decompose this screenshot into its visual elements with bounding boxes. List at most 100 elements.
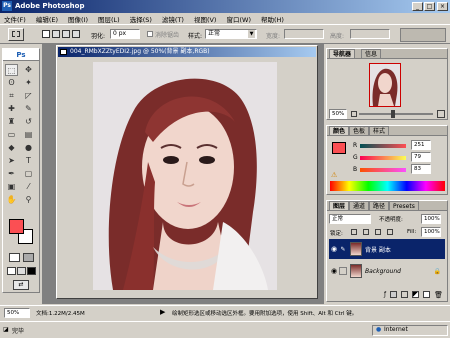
foreground-color-swatch[interactable] xyxy=(9,219,24,234)
layer-mask-icon[interactable] xyxy=(390,291,398,298)
new-selection-icon[interactable] xyxy=(42,30,50,38)
close-button[interactable]: × xyxy=(437,2,448,11)
type-tool-icon[interactable]: T xyxy=(22,155,35,167)
notes-tool-icon[interactable]: ▣ xyxy=(5,181,18,193)
tab-color[interactable]: 颜色 xyxy=(329,126,350,135)
width-input[interactable] xyxy=(284,29,324,39)
eye-icon[interactable]: ◉ xyxy=(329,245,339,253)
menu-edit[interactable]: 编辑(E) xyxy=(36,14,58,24)
shape-tool-icon[interactable]: ▢ xyxy=(22,168,35,180)
lock-transparency-checkbox[interactable] xyxy=(351,229,357,235)
channel-b-slider[interactable] xyxy=(360,168,406,172)
pen-tool-icon[interactable]: ✒ xyxy=(5,168,18,180)
clone-stamp-icon[interactable]: ♜ xyxy=(5,116,18,128)
channel-g-slider[interactable] xyxy=(360,156,406,160)
height-input[interactable] xyxy=(350,29,390,39)
image-canvas[interactable] xyxy=(93,62,277,290)
intersect-selection-icon[interactable] xyxy=(72,30,80,38)
dodge-tool-icon[interactable]: ● xyxy=(22,142,35,154)
screen-mode-standard-icon[interactable] xyxy=(7,267,16,275)
new-layer-icon[interactable] xyxy=(423,291,431,298)
adobe-online-icon[interactable]: Ps xyxy=(3,49,39,61)
path-select-icon[interactable]: ➤ xyxy=(5,155,18,167)
menu-image[interactable]: 图像(I) xyxy=(68,14,88,24)
eraser-tool-icon[interactable]: ▭ xyxy=(5,129,18,141)
zoom-out-icon[interactable] xyxy=(351,111,357,117)
color-spectrum-bar[interactable] xyxy=(330,181,445,191)
blur-tool-icon[interactable]: ◆ xyxy=(5,142,18,154)
fill-input[interactable]: 100% xyxy=(421,227,441,237)
layer-style-icon[interactable]: ƒ xyxy=(384,291,386,298)
crop-tool-icon[interactable]: ⌗ xyxy=(5,90,18,102)
menu-help[interactable]: 帮助(H) xyxy=(261,14,284,24)
status-zoom-input[interactable]: 50% xyxy=(4,308,30,318)
zoom-slider-handle[interactable] xyxy=(391,110,395,118)
subtract-selection-icon[interactable] xyxy=(62,30,70,38)
tab-navigator[interactable]: 导航器 xyxy=(329,49,356,58)
tab-channels[interactable]: 通道 xyxy=(349,201,370,210)
palette-well[interactable] xyxy=(400,28,446,42)
new-set-icon[interactable] xyxy=(401,291,409,298)
eyedropper-icon[interactable]: ⁄ xyxy=(22,181,35,193)
trash-icon[interactable]: 🗑 xyxy=(434,291,443,299)
tab-presets[interactable]: Presets xyxy=(389,201,419,210)
move-tool-icon[interactable]: ✥ xyxy=(22,64,35,76)
tab-layers[interactable]: 图层 xyxy=(329,201,350,210)
color-fg-swatch[interactable] xyxy=(332,142,346,154)
navigator-zoom-input[interactable]: 50% xyxy=(329,109,347,119)
marquee-tool-icon[interactable]: ⬚ xyxy=(5,64,18,76)
blend-mode-select[interactable]: 正常 xyxy=(329,214,371,224)
menu-view[interactable]: 视图(V) xyxy=(194,14,217,24)
lasso-tool-icon[interactable]: ʘ xyxy=(5,77,18,89)
menu-select[interactable]: 选择(S) xyxy=(130,14,152,24)
slice-tool-icon[interactable]: ◸ xyxy=(22,90,35,102)
adjustment-layer-icon[interactable] xyxy=(412,291,420,298)
navigator-thumbnail[interactable] xyxy=(369,63,401,107)
healing-brush-icon[interactable]: ✚ xyxy=(5,103,18,115)
document-title-bar[interactable]: 004_RMbXZZtyEDI2.jpg @ 50%(背景 副本,RGB) xyxy=(58,47,316,57)
layer-row[interactable]: ◉ Background 🔒 xyxy=(329,261,445,281)
screen-mode-black-icon[interactable] xyxy=(27,267,36,275)
style-select[interactable]: 正常 ▼ xyxy=(205,29,257,39)
tab-swatches[interactable]: 色板 xyxy=(349,126,370,135)
lock-image-checkbox[interactable] xyxy=(363,229,369,235)
zoom-slider-track[interactable] xyxy=(359,113,433,115)
doc-info[interactable]: 文档:1.22M/2.45M xyxy=(36,309,85,317)
menu-filter[interactable]: 滤镜(T) xyxy=(162,14,184,24)
quickmask-mode-icon[interactable] xyxy=(23,253,34,262)
minimize-button[interactable]: _ xyxy=(412,2,423,11)
antialias-checkbox[interactable] xyxy=(147,31,153,37)
channel-r-slider[interactable] xyxy=(360,144,406,148)
add-selection-icon[interactable] xyxy=(52,30,60,38)
eye-icon[interactable]: ◉ xyxy=(329,267,339,275)
lock-icon: 🔒 xyxy=(433,267,441,275)
layer-row[interactable]: ◉ ✎ 背景 副本 xyxy=(329,239,445,259)
menu-file[interactable]: 文件(F) xyxy=(4,14,26,24)
zoom-in-icon[interactable] xyxy=(437,110,445,118)
magic-wand-icon[interactable]: ✦ xyxy=(22,77,35,89)
hand-tool-icon[interactable]: ✋ xyxy=(5,194,18,206)
lock-position-checkbox[interactable] xyxy=(375,229,381,235)
play-arrow-icon[interactable]: ▶ xyxy=(160,308,165,316)
opacity-input[interactable]: 100% xyxy=(421,214,441,224)
maximize-button[interactable]: □ xyxy=(424,2,435,11)
channel-r-input[interactable]: 251 xyxy=(411,140,431,150)
zoom-tool-icon[interactable]: ⚲ xyxy=(22,194,35,206)
tab-paths[interactable]: 路径 xyxy=(369,201,390,210)
standard-mode-icon[interactable] xyxy=(9,253,20,262)
history-brush-icon[interactable]: ↺ xyxy=(22,116,35,128)
tab-styles[interactable]: 样式 xyxy=(369,126,390,135)
link-box[interactable] xyxy=(339,267,347,275)
menu-window[interactable]: 窗口(W) xyxy=(226,14,251,24)
channel-b-input[interactable]: 83 xyxy=(411,164,431,174)
gradient-tool-icon[interactable]: ▤ xyxy=(22,129,35,141)
menu-layer[interactable]: 图层(L) xyxy=(98,14,120,24)
tab-info[interactable]: 信息 xyxy=(361,49,382,58)
channel-g-input[interactable]: 79 xyxy=(411,152,431,162)
lock-all-checkbox[interactable] xyxy=(387,229,393,235)
imageready-jump-icon[interactable]: ⇄ xyxy=(13,280,29,290)
screen-mode-full-icon[interactable] xyxy=(17,267,26,275)
marquee-preset-button[interactable] xyxy=(8,28,24,41)
feather-input[interactable]: 0 px xyxy=(110,29,140,39)
brush-tool-icon[interactable]: ✎ xyxy=(22,103,35,115)
